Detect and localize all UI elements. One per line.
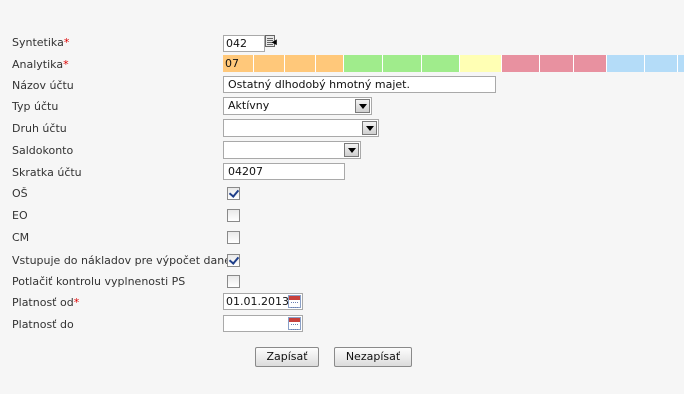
typ-uctu-selected: Aktívny	[228, 99, 270, 112]
required-asterisk: *	[63, 58, 69, 71]
row-cm: CM	[0, 228, 684, 248]
calendar-icon[interactable]	[288, 295, 301, 308]
os-checkbox[interactable]	[227, 187, 240, 200]
typ-uctu-select[interactable]: Aktívny	[223, 97, 372, 115]
vstupuje-checkbox[interactable]	[227, 254, 240, 267]
label-skratka-uctu: Skratka účtu	[12, 166, 82, 179]
label-typ-uctu: Typ účtu	[12, 100, 59, 113]
label-saldokonto: Saldokonto	[12, 144, 74, 157]
potlacit-checkbox[interactable]	[227, 275, 240, 288]
color-cell[interactable]	[540, 55, 574, 72]
nazov-uctu-input[interactable]: Ostatný dlhodobý hmotný majet.	[223, 76, 496, 93]
label-druh-uctu: Druh účtu	[12, 122, 67, 135]
save-button[interactable]: Zapísať	[255, 347, 319, 367]
label-platnost-do: Platnosť do	[12, 318, 74, 331]
syntetika-input[interactable]: 042	[223, 35, 265, 52]
color-cell[interactable]	[383, 55, 422, 72]
color-cell[interactable]	[285, 55, 316, 72]
label-nazov-uctu: Názov účtu	[12, 79, 74, 92]
label-platnost-od: Platnosť od*	[12, 296, 80, 309]
color-cell[interactable]	[502, 55, 540, 72]
analytika-value: 07	[225, 57, 239, 70]
chevron-down-icon[interactable]	[355, 99, 370, 113]
label-vstupuje: Vstupuje do nákladov pre výpočet dane	[12, 254, 231, 267]
label-cm: CM	[12, 231, 30, 244]
row-skratka-uctu: Skratka účtu 04207	[0, 163, 684, 183]
color-cell[interactable]	[645, 55, 678, 72]
label-syntetika: Syntetika*	[12, 36, 70, 49]
cancel-button[interactable]: Nezapísať	[334, 347, 412, 367]
color-cell[interactable]	[316, 55, 344, 72]
required-asterisk: *	[63, 36, 70, 49]
saldokonto-select[interactable]	[223, 141, 361, 159]
chevron-down-icon[interactable]	[362, 121, 377, 135]
color-cell[interactable]	[574, 55, 607, 72]
cm-checkbox[interactable]	[227, 231, 240, 244]
required-asterisk: *	[73, 296, 80, 309]
color-cell[interactable]	[607, 55, 645, 72]
label-os: OŠ	[12, 187, 28, 200]
row-os: OŠ	[0, 184, 684, 204]
color-cell[interactable]	[460, 55, 502, 72]
row-vstupuje: Vstupuje do nákladov pre výpočet dane	[0, 251, 684, 271]
calendar-icon[interactable]	[288, 317, 301, 330]
row-platnost-do: Platnosť do	[0, 315, 684, 335]
label-potlacit: Potlačiť kontrolu vyplnenosti PS	[12, 275, 186, 288]
color-cell[interactable]	[422, 55, 460, 72]
row-potlacit: Potlačiť kontrolu vyplnenosti PS	[0, 272, 684, 292]
row-syntetika: Syntetika* 042	[0, 33, 684, 53]
row-druh-uctu: Druh účtu	[0, 119, 684, 139]
chevron-down-icon[interactable]	[344, 143, 359, 157]
color-cell[interactable]	[344, 55, 383, 72]
skratka-uctu-input[interactable]: 04207	[223, 163, 345, 180]
color-cell[interactable]	[254, 55, 285, 72]
row-saldokonto: Saldokonto	[0, 141, 684, 161]
label-eo: EO	[12, 209, 28, 222]
druh-uctu-select[interactable]	[223, 119, 379, 137]
color-cell[interactable]	[678, 55, 684, 72]
row-platnost-od: Platnosť od* 01.01.2013	[0, 293, 684, 313]
row-nazov-uctu: Názov účtu Ostatný dlhodobý hmotný majet…	[0, 76, 684, 96]
analytika-color-selector[interactable]: 07	[223, 55, 684, 72]
eo-checkbox[interactable]	[227, 209, 240, 222]
row-eo: EO	[0, 206, 684, 226]
row-typ-uctu: Typ účtu Aktívny	[0, 97, 684, 117]
label-analytika: Analytika*	[12, 58, 69, 71]
lookup-icon[interactable]	[265, 35, 280, 49]
